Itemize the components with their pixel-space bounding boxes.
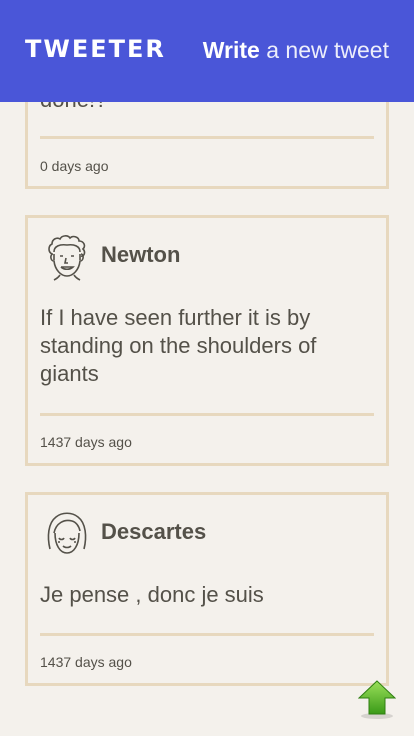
bob-hair-face-icon: [47, 512, 87, 554]
tweet-time: 1437 days ago: [40, 434, 132, 450]
tweet-divider: [40, 633, 374, 636]
tweet-text: If I have seen further it is by standing…: [40, 305, 317, 386]
up-arrow-icon[interactable]: [358, 680, 396, 720]
tweet-author: Descartes: [101, 519, 207, 544]
curly-hair-face-icon: [48, 235, 86, 281]
navbar: TWEETER Write a new tweet: [0, 0, 414, 102]
tweet-card: Newton If I have seen further it is by s…: [25, 215, 389, 466]
write-rest-label: a new tweet: [259, 37, 389, 63]
tweet-card: Descartes Je pense , donc je suis 1437 d…: [25, 492, 389, 686]
tweet-divider: [40, 136, 374, 139]
brand-logo[interactable]: TWEETER: [25, 35, 166, 63]
tweet-text: Je pense , donc je suis: [40, 582, 264, 607]
tweet-time: 1437 days ago: [40, 654, 132, 670]
tweet-divider: [40, 413, 374, 416]
write-label: Write: [202, 37, 260, 63]
tweet-author: Newton: [101, 242, 181, 267]
write-tweet-link[interactable]: Write a new tweet: [203, 37, 389, 64]
tweet-time: 0 days ago: [40, 158, 109, 174]
